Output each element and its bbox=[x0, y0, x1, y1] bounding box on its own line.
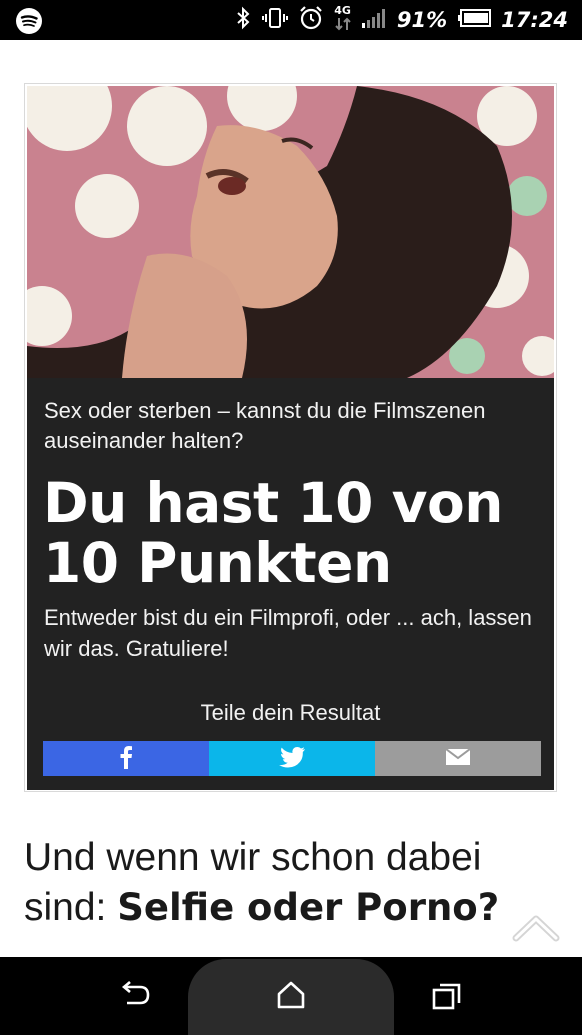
twitter-icon bbox=[278, 746, 306, 772]
result-photo bbox=[27, 86, 554, 378]
status-bar: 4G 91% 17:24 bbox=[0, 0, 582, 40]
mail-share-button[interactable] bbox=[375, 741, 541, 776]
facebook-share-button[interactable] bbox=[43, 741, 209, 776]
battery-icon bbox=[457, 8, 492, 32]
facebook-icon bbox=[119, 745, 133, 773]
result-panel: Sex oder sterben – kannst du die Filmsze… bbox=[27, 378, 554, 790]
clock: 17:24 bbox=[501, 8, 568, 32]
recents-icon[interactable] bbox=[432, 982, 462, 1014]
vibrate-icon bbox=[262, 6, 289, 34]
spotify-icon bbox=[16, 8, 42, 34]
battery-percent: 91% bbox=[396, 8, 448, 32]
next-quiz-teaser[interactable]: Und wenn wir schon dabei sind: Selfie od… bbox=[24, 833, 564, 933]
chevron-up-icon bbox=[512, 915, 560, 948]
share-buttons bbox=[43, 741, 541, 776]
alarm-icon bbox=[298, 5, 324, 35]
teaser-highlight: Selfie oder Porno? bbox=[117, 886, 500, 929]
scroll-to-top-button[interactable] bbox=[512, 910, 560, 944]
mail-icon bbox=[445, 747, 471, 769]
quiz-title: Sex oder sterben – kannst du die Filmsze… bbox=[44, 398, 486, 453]
navigation-bar bbox=[0, 957, 582, 1035]
network-icon: 4G bbox=[334, 5, 351, 35]
result-score: Du hast 10 von 10 Punkten bbox=[43, 471, 503, 595]
share-label: Teile dein Resultat bbox=[200, 700, 381, 725]
back-icon[interactable] bbox=[120, 979, 152, 1013]
signal-icon bbox=[361, 7, 387, 33]
home-icon[interactable] bbox=[276, 981, 306, 1013]
twitter-share-button[interactable] bbox=[209, 741, 375, 776]
result-comment: Entweder bist du ein Filmprofi, oder ...… bbox=[44, 605, 532, 661]
quiz-result-card: Sex oder sterben – kannst du die Filmsze… bbox=[24, 83, 557, 792]
bluetooth-icon bbox=[234, 6, 252, 34]
